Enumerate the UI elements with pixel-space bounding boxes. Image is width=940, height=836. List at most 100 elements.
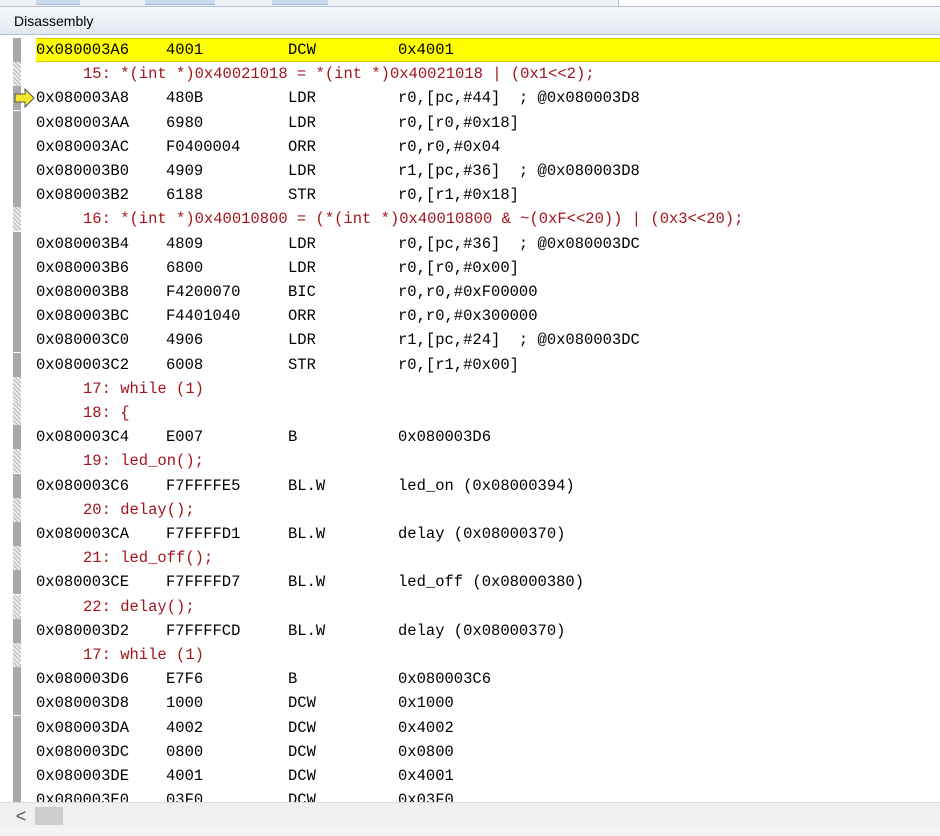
disassembly-listing[interactable]: 0x080003A6 4001 DCW 0x4001 15: *(int *)0x400… xyxy=(0,38,940,802)
horizontal-scrollbar[interactable]: < xyxy=(0,802,940,829)
asm-address: 0x080003DA xyxy=(36,719,130,737)
asm-line[interactable]: 0x080003DE 4001 DCW 0x4001 xyxy=(36,764,940,788)
asm-mnemonic: STR xyxy=(288,356,316,374)
disassembly-pane[interactable]: 0x080003A6 4001 DCW 0x4001 15: *(int *)0x400… xyxy=(0,35,940,812)
asm-operand: 0x080003D6 xyxy=(398,428,492,446)
scroll-thumb[interactable] xyxy=(35,807,63,825)
asm-mnemonic: BIC xyxy=(288,283,316,301)
asm-line[interactable]: 0x080003D8 1000 DCW 0x1000 xyxy=(36,691,940,715)
asm-mnemonic: LDR xyxy=(288,114,316,132)
asm-operand: delay (0x08000370) xyxy=(398,525,566,543)
asm-mnemonic: B xyxy=(288,428,298,446)
asm-opcode: F7FFFFCD xyxy=(166,622,241,640)
asm-mnemonic: DCW xyxy=(288,719,316,737)
asm-operand: r0,[r1,#0x00] xyxy=(398,356,519,374)
asm-line[interactable]: 0x080003D6 E7F6 B 0x080003C6 xyxy=(36,667,940,691)
asm-line[interactable]: 0x080003A8 480B LDR r0,[pc,#44] ; @0x080003… xyxy=(36,86,940,110)
source-line[interactable]: 17: while (1) xyxy=(36,377,940,401)
source-line[interactable]: 18: { xyxy=(36,401,940,425)
asm-line[interactable]: 0x080003DA 4002 DCW 0x4002 xyxy=(36,716,940,740)
asm-line[interactable]: 0x080003AC F0400004 ORR r0,r0,#0x04 xyxy=(36,135,940,159)
asm-operand: 0x4002 xyxy=(398,719,454,737)
asm-address: 0x080003DE xyxy=(36,767,130,785)
asm-opcode: 6008 xyxy=(166,356,204,374)
asm-address: 0x080003C0 xyxy=(36,331,130,349)
asm-operand: led_off (0x08000380) xyxy=(398,573,585,591)
asm-address: 0x080003AA xyxy=(36,114,130,132)
asm-mnemonic: BL.W xyxy=(288,573,326,591)
asm-line[interactable]: 0x080003C4 E007 B 0x080003D6 xyxy=(36,425,940,449)
scroll-left-button[interactable]: < xyxy=(10,805,32,827)
asm-mnemonic: LDR xyxy=(288,331,316,349)
asm-mnemonic: DCW xyxy=(288,694,316,712)
asm-line[interactable]: 0x080003BC F4401040 ORR r0,r0,#0x300000 xyxy=(36,304,940,328)
asm-mnemonic: DCW xyxy=(288,767,316,785)
asm-operand: 0x0800 xyxy=(398,743,454,761)
asm-operand: 0x4001 xyxy=(398,767,454,785)
source-line[interactable]: 17: while (1) xyxy=(36,643,940,667)
asm-line[interactable]: 0x080003CA F7FFFFD1 BL.W delay (0x08000370) xyxy=(36,522,940,546)
asm-opcode: 4909 xyxy=(166,162,204,180)
asm-address: 0x080003C6 xyxy=(36,477,130,495)
asm-line[interactable]: 0x080003B0 4909 LDR r1,[pc,#36] ; @0x080003… xyxy=(36,159,940,183)
asm-line[interactable]: 0x080003E0 03F0 DCW 0x03F0 xyxy=(36,788,940,802)
asm-line[interactable]: 0x080003B4 4809 LDR r0,[pc,#36] ; @0x080003… xyxy=(36,232,940,256)
asm-mnemonic: STR xyxy=(288,186,316,204)
asm-line[interactable]: 0x080003B2 6188 STR r0,[r1,#0x18] xyxy=(36,183,940,207)
asm-line[interactable]: 0x080003C6 F7FFFFE5 BL.W led_on (0x08000394… xyxy=(36,474,940,498)
asm-mnemonic: BL.W xyxy=(288,477,326,495)
source-line[interactable]: 21: led_off(); xyxy=(36,546,940,570)
asm-opcode: 6980 xyxy=(166,114,204,132)
asm-mnemonic: LDR xyxy=(288,89,316,107)
asm-mnemonic: DCW xyxy=(288,791,316,802)
tab-stub[interactable] xyxy=(272,0,328,5)
asm-line[interactable]: 0x080003CE F7FFFFD7 BL.W led_off (0x0800038… xyxy=(36,570,940,594)
asm-operand: r0,[pc,#44] ; @0x080003D8 xyxy=(398,89,640,107)
asm-operand: 0x03F0 xyxy=(398,791,454,802)
asm-address: 0x080003B4 xyxy=(36,235,130,253)
window-title: Disassembly xyxy=(14,13,94,29)
asm-address: 0x080003CA xyxy=(36,525,130,543)
source-line[interactable]: 15: *(int *)0x40021018 = *(int *)0x40021… xyxy=(36,62,940,86)
asm-address: 0x080003AC xyxy=(36,138,130,156)
asm-address: 0x080003B6 xyxy=(36,259,130,277)
asm-line[interactable]: 0x080003D2 F7FFFFCD BL.W delay (0x08000370) xyxy=(36,619,940,643)
asm-opcode: F4200070 xyxy=(166,283,241,301)
asm-address: 0x080003A6 xyxy=(36,41,130,59)
asm-opcode: 0800 xyxy=(166,743,204,761)
source-text: 17: while (1) xyxy=(83,646,204,664)
asm-address: 0x080003DC xyxy=(36,743,130,761)
asm-address: 0x080003B2 xyxy=(36,186,130,204)
source-line[interactable]: 22: delay(); xyxy=(36,595,940,619)
tab-stub[interactable] xyxy=(36,0,80,5)
asm-opcode: 6188 xyxy=(166,186,204,204)
asm-operand: 0x080003C6 xyxy=(398,670,492,688)
tab-stub[interactable] xyxy=(145,0,215,5)
asm-address: 0x080003C2 xyxy=(36,356,130,374)
asm-opcode: 4001 xyxy=(166,767,204,785)
asm-line[interactable]: 0x080003AA 6980 LDR r0,[r0,#0x18] xyxy=(36,111,940,135)
asm-line[interactable]: 0x080003C2 6008 STR r0,[r1,#0x00] xyxy=(36,353,940,377)
asm-line[interactable]: 0x080003C0 4906 LDR r1,[pc,#24] ; @0x080003… xyxy=(36,328,940,352)
source-line[interactable]: 16: *(int *)0x40010800 = (*(int *)0x4001… xyxy=(36,207,940,231)
asm-opcode: 4001 xyxy=(166,41,204,59)
asm-operand: r0,r0,#0x04 xyxy=(398,138,501,156)
source-text: 16: *(int *)0x40010800 = (*(int *)0x4001… xyxy=(83,210,744,228)
source-text: 20: delay(); xyxy=(83,501,195,519)
asm-line[interactable]: 0x080003B6 6800 LDR r0,[r0,#0x00] xyxy=(36,256,940,280)
asm-opcode: 4906 xyxy=(166,331,204,349)
status-edge xyxy=(0,828,940,836)
asm-line[interactable]: 0x080003A6 4001 DCW 0x4001 xyxy=(36,38,940,62)
source-line[interactable]: 20: delay(); xyxy=(36,498,940,522)
asm-operand: r1,[pc,#36] ; @0x080003D8 xyxy=(398,162,640,180)
source-text: 22: delay(); xyxy=(83,598,195,616)
asm-mnemonic: DCW xyxy=(288,41,316,59)
source-line[interactable]: 19: led_on(); xyxy=(36,449,940,473)
asm-operand: r0,r0,#0x300000 xyxy=(398,307,538,325)
asm-address: 0x080003D6 xyxy=(36,670,130,688)
asm-address: 0x080003C4 xyxy=(36,428,130,446)
asm-operand: r0,[r0,#0x00] xyxy=(398,259,519,277)
asm-line[interactable]: 0x080003DC 0800 DCW 0x0800 xyxy=(36,740,940,764)
asm-line[interactable]: 0x080003B8 F4200070 BIC r0,r0,#0xF00000 xyxy=(36,280,940,304)
asm-mnemonic: LDR xyxy=(288,235,316,253)
